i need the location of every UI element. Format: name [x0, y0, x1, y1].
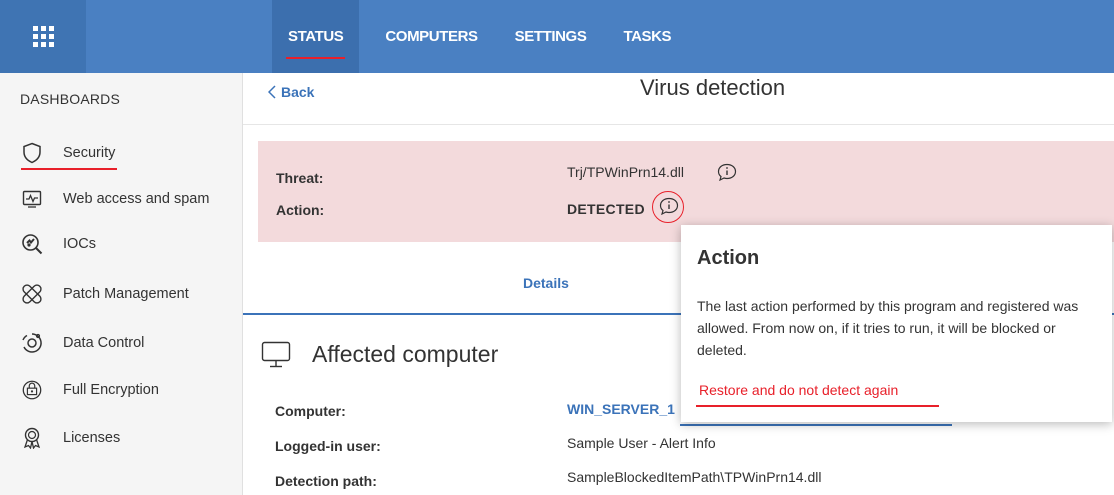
back-label: Back — [281, 84, 315, 100]
computer-icon — [261, 341, 291, 368]
threat-value: Trj/TPWinPrn14.dll — [567, 164, 684, 180]
shield-icon — [21, 142, 43, 164]
popover-body: The last action performed by this progra… — [697, 298, 1079, 358]
sidebar-item-web-access[interactable]: Web access and spam — [0, 177, 242, 221]
threat-label: Threat: — [276, 170, 324, 186]
top-navigation-bar: STATUS COMPUTERS SETTINGS TASKS — [0, 0, 1114, 73]
main-nav: STATUS COMPUTERS SETTINGS TASKS — [272, 0, 706, 73]
nav-computers-label: COMPUTERS — [385, 28, 478, 45]
sidebar-item-data-control[interactable]: Data Control — [0, 321, 242, 365]
computer-label: Computer: — [275, 403, 346, 419]
sidebar-item-label: Licenses — [63, 430, 121, 446]
nav-settings-label: SETTINGS — [514, 28, 587, 45]
data-control-icon — [21, 332, 43, 354]
sidebar-item-iocs[interactable]: IOCs — [0, 222, 242, 266]
nav-status[interactable]: STATUS — [272, 0, 360, 73]
threat-info-icon[interactable] — [717, 163, 737, 181]
sidebar-item-label: IOCs — [63, 236, 97, 252]
popover-title: Action — [697, 247, 760, 269]
web-traffic-icon — [21, 188, 43, 210]
sidebar-item-licenses[interactable]: Licenses — [0, 416, 242, 460]
active-item-indicator — [21, 168, 118, 170]
patch-icon — [21, 283, 43, 305]
sidebar: DASHBOARDS Security Web access and spam … — [0, 73, 243, 495]
detection-path-value: SampleBlockedItemPath\TPWinPrn14.dll — [567, 469, 822, 485]
link-underline — [680, 424, 952, 426]
nav-computers[interactable]: COMPUTERS — [383, 0, 479, 73]
active-tab-indicator — [286, 57, 346, 59]
apps-grid-icon — [32, 26, 54, 47]
license-badge-icon — [21, 427, 43, 449]
nav-status-label: STATUS — [288, 28, 344, 45]
disk-encryption-icon — [21, 379, 43, 401]
app-menu-button[interactable] — [0, 0, 86, 73]
logged-user-value: Sample User - Alert Info — [567, 435, 716, 451]
sidebar-header: DASHBOARDS — [20, 91, 121, 107]
ioc-search-icon — [21, 233, 43, 255]
computer-link[interactable]: WIN_SERVER_1 — [567, 401, 675, 417]
section-title: Affected computer — [312, 341, 499, 367]
restore-link[interactable]: Restore and do not detect again — [699, 382, 898, 398]
sidebar-item-label: Web access and spam — [63, 191, 210, 207]
restore-link-underline — [696, 405, 939, 407]
action-value: DETECTED — [567, 201, 645, 217]
header-divider — [243, 124, 1114, 125]
sidebar-item-security[interactable]: Security — [0, 131, 242, 175]
tab-details[interactable]: Details — [523, 275, 569, 291]
nav-tasks-label: TASKS — [623, 28, 672, 45]
chevron-left-icon — [268, 85, 276, 99]
sidebar-item-label: Patch Management — [63, 286, 189, 302]
highlight-circle — [652, 191, 684, 223]
sidebar-item-patch-management[interactable]: Patch Management — [0, 272, 242, 316]
sidebar-item-full-encryption[interactable]: Full Encryption — [0, 368, 242, 412]
page-title: Virus detection — [640, 75, 786, 100]
action-popover: Action The last action performed by this… — [681, 225, 1112, 422]
nav-tasks[interactable]: TASKS — [621, 0, 673, 73]
nav-settings[interactable]: SETTINGS — [513, 0, 589, 73]
sidebar-item-label: Full Encryption — [63, 382, 159, 398]
sidebar-item-label: Data Control — [63, 335, 145, 351]
detection-path-label: Detection path: — [275, 473, 377, 489]
sidebar-item-label: Security — [21, 145, 118, 170]
logged-user-label: Logged-in user: — [275, 438, 381, 454]
security-label-text: Security — [63, 145, 116, 161]
action-label: Action: — [276, 202, 325, 218]
back-button[interactable]: Back — [268, 84, 314, 100]
